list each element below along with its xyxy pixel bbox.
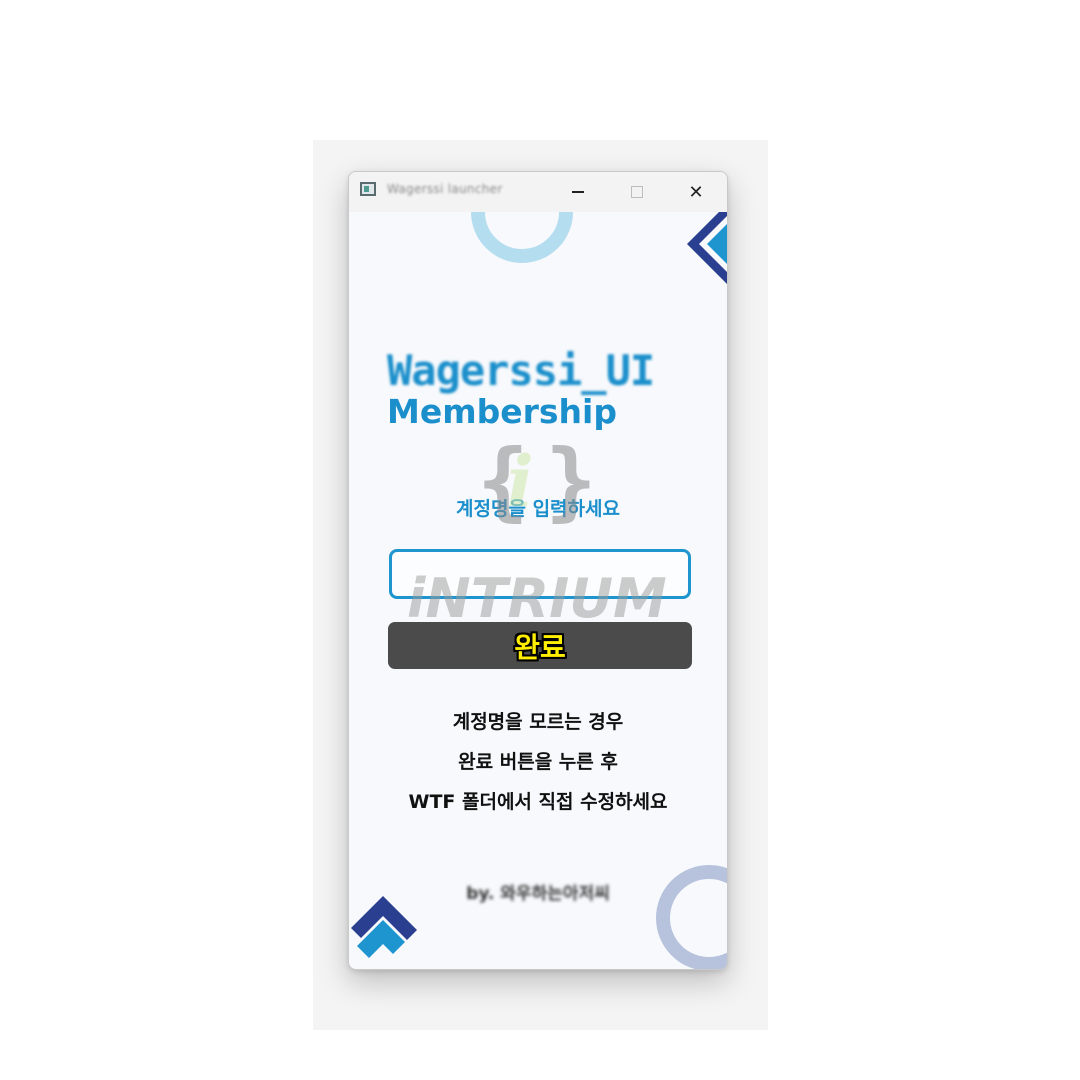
maximize-icon [631,186,643,198]
top-ring-decoration [471,212,573,263]
maximize-button[interactable] [608,172,666,212]
minimize-icon [572,191,584,193]
account-name-input[interactable] [389,549,691,599]
bottom-left-chevron-decoration [351,896,417,958]
help-notes: 계정명을 모르는 경우 완료 버튼을 누른 후 WTF 폴더에서 직접 수정하세… [349,710,727,830]
top-right-chevron-decoration [687,212,727,284]
title-bar[interactable]: Wagerssi launcher ✕ [349,172,727,212]
help-note-line: 완료 버튼을 누른 후 [458,751,618,773]
logo-title: Wagerssi_UI [387,346,655,395]
author-credit: by. 와우하는아저씨 [466,884,610,904]
submit-button[interactable]: 완료 [388,622,692,669]
window-title: Wagerssi launcher [387,182,503,196]
launcher-content: Wagerssi_UI Membership 계정명을 입력하세요 완료 계정명… [349,212,727,969]
launcher-window: Wagerssi launcher ✕ Wagerssi_UI Membersh… [348,171,728,970]
help-note-line: WTF 폴더에서 직접 수정하세요 [408,791,668,813]
logo-subtitle: Membership [387,392,617,431]
close-button[interactable]: ✕ [667,172,725,212]
account-name-prompt: 계정명을 입력하세요 [456,498,620,520]
close-icon: ✕ [688,181,704,203]
help-note-line: 계정명을 모르는 경우 [452,711,624,733]
minimize-button[interactable] [549,172,607,212]
app-icon [360,182,376,196]
